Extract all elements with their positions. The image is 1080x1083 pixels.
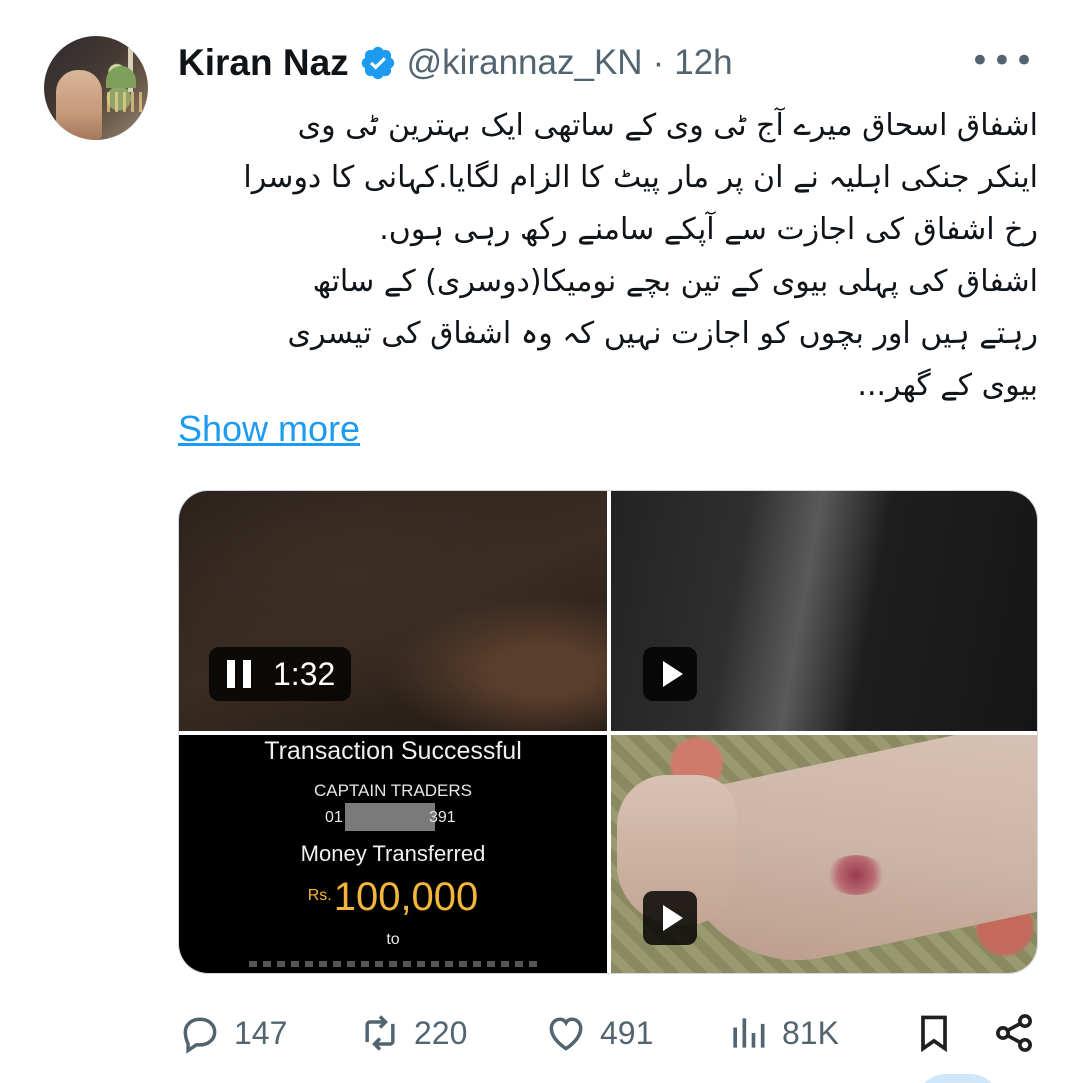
currency-label: Rs. <box>307 887 332 904</box>
tweet-header: Kiran Naz @kirannaz_KN · 12h <box>178 38 733 88</box>
separator-dot: · <box>652 43 665 82</box>
video-tile-2[interactable] <box>611 491 1037 731</box>
bruise-mark <box>826 855 886 895</box>
tweet-line: بیوی کے گھر... <box>857 368 1038 403</box>
like-icon <box>549 1017 583 1051</box>
share-button[interactable] <box>992 1006 1036 1060</box>
tweet-text: اشفاق اسحاق میرے آج ٹی وی کے ساتھی ایک ب… <box>178 100 1038 412</box>
transaction-to: to <box>386 931 400 948</box>
share-icon <box>996 1014 1032 1052</box>
tweet-line: رخ اشفاق کی اجازت سے آپکے سامنے رکھ رہی … <box>379 212 1038 247</box>
video-duration: 1:32 <box>273 655 336 692</box>
video-tile-3[interactable] <box>611 735 1037 973</box>
reply-button[interactable]: 147 <box>178 1006 287 1060</box>
repost-icon <box>365 1015 395 1051</box>
media-grid: 1:32 Transaction Successful CAPTAIN TRAD… <box>178 490 1038 974</box>
tweet-line: اینکر جنکی اہلیہ نے ان پر مار پیٹ کا الز… <box>243 160 1038 195</box>
bookmark-button[interactable] <box>912 1006 956 1060</box>
transaction-amount: Rs.100,000 <box>179 875 607 920</box>
reply-count: 147 <box>234 1014 288 1051</box>
redaction-bar <box>345 803 435 831</box>
amount-value: 100,000 <box>333 875 479 919</box>
tweet-line: رہتے ہیں اور بچوں کو اجازت نہیں کہ وہ اش… <box>287 316 1038 351</box>
play-icon[interactable] <box>643 891 697 945</box>
bookmark-icon <box>921 1015 947 1053</box>
avatar-dome <box>106 66 136 88</box>
account-start: 01 <box>325 809 343 826</box>
author-handle[interactable]: @kirannaz_KN <box>407 43 643 83</box>
repost-count: 220 <box>414 1014 468 1051</box>
pause-icon[interactable] <box>227 660 251 688</box>
views-button[interactable]: 81K <box>726 1006 839 1060</box>
author-name[interactable]: Kiran Naz <box>178 42 349 84</box>
action-bar: 147 220 491 81K <box>178 1006 1038 1060</box>
like-count: 491 <box>600 1014 654 1051</box>
show-more-link[interactable]: Show more <box>178 408 360 450</box>
cropped-text <box>249 961 539 967</box>
account-end: 391 <box>429 809 456 826</box>
timestamp[interactable]: 12h <box>674 43 732 83</box>
tweet-line: اشفاق کی پہلی بیوی کے تین بچے نومیکا(دوس… <box>312 264 1038 299</box>
avatar-lights <box>99 92 144 112</box>
views-icon <box>733 1018 765 1048</box>
more-options-icon[interactable]: ••• <box>970 44 1036 78</box>
repost-button[interactable]: 220 <box>358 1006 467 1060</box>
like-button[interactable]: 491 <box>544 1006 653 1060</box>
transaction-title: Transaction Successful <box>264 737 522 765</box>
money-transferred-label: Money Transferred <box>300 841 486 866</box>
avatar-figure <box>56 70 102 140</box>
transaction-payee: CAPTAIN TRADERS <box>313 781 473 800</box>
tweet-line: اشفاق اسحاق میرے آج ٹی وی کے ساتھی ایک ب… <box>297 108 1038 143</box>
avatar[interactable] <box>44 36 148 140</box>
image-tile-transaction[interactable]: Transaction Successful CAPTAIN TRADERS 0… <box>179 735 607 973</box>
play-icon[interactable] <box>643 647 697 701</box>
reply-icon <box>183 1017 217 1054</box>
verified-badge-icon[interactable] <box>359 44 397 82</box>
compose-button-edge[interactable] <box>916 1074 1000 1083</box>
video-controls[interactable]: 1:32 <box>209 647 352 701</box>
video-tile-1[interactable]: 1:32 <box>179 491 607 731</box>
views-count: 81K <box>782 1014 839 1051</box>
